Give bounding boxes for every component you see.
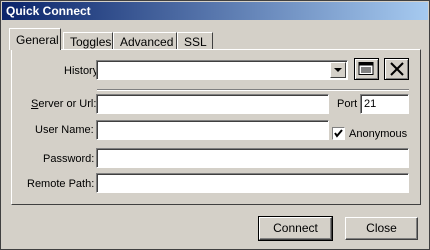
- tab-toggles[interactable]: Toggles: [63, 32, 113, 50]
- tab-advanced[interactable]: Advanced: [113, 32, 177, 50]
- close-button[interactable]: Close: [345, 217, 418, 240]
- quick-connect-dialog: Quick Connect General Toggles Advanced S…: [0, 0, 430, 250]
- tab-ssl[interactable]: SSL: [177, 32, 213, 50]
- connect-button[interactable]: Connect: [258, 216, 333, 241]
- general-panel: [11, 49, 421, 205]
- tab-general[interactable]: General: [9, 28, 61, 50]
- title-bar[interactable]: Quick Connect: [2, 2, 428, 20]
- window-title: Quick Connect: [6, 4, 91, 18]
